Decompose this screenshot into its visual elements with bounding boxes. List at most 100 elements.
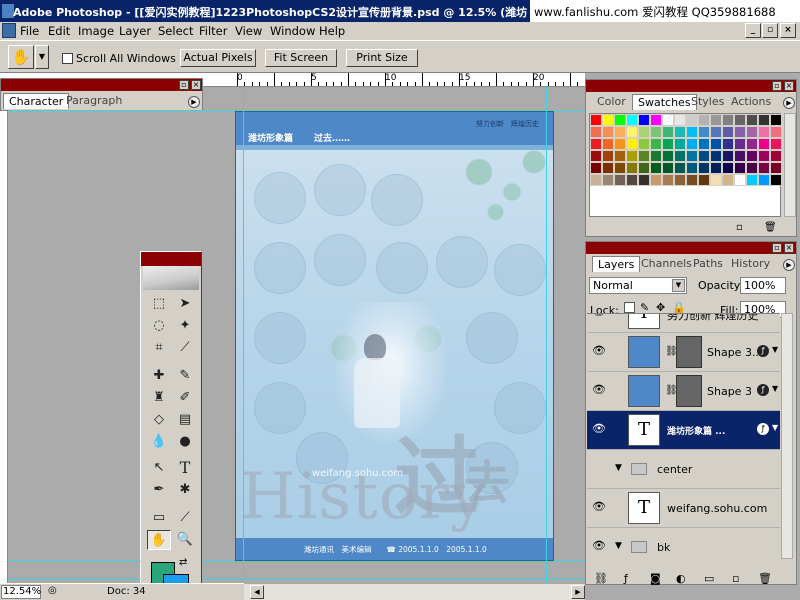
palette-title-bar[interactable]: ▫ × (586, 242, 796, 254)
color-swatch[interactable] (758, 174, 770, 186)
palette-minimize-button[interactable]: ▫ (179, 80, 189, 90)
color-swatch[interactable] (770, 138, 782, 150)
restore-button[interactable]: ▫ (762, 23, 778, 38)
color-swatch[interactable] (746, 138, 758, 150)
palette-menu-icon[interactable]: ▶ (783, 259, 795, 271)
color-swatch[interactable] (746, 114, 758, 126)
color-swatch[interactable] (770, 174, 782, 186)
eye-icon[interactable]: 👁 (592, 501, 606, 512)
eye-icon[interactable]: 👁 (592, 423, 606, 434)
color-swatch[interactable] (734, 114, 746, 126)
color-swatch[interactable] (758, 150, 770, 162)
layer-row-selected[interactable]: 👁 T 潍坊形象篇 ... ƒ ▼ (587, 411, 780, 450)
color-swatch[interactable] (638, 138, 650, 150)
expand-triangle-icon[interactable]: ▼ (615, 463, 622, 473)
color-swatch[interactable] (602, 162, 614, 174)
guide-line[interactable] (243, 87, 244, 583)
tab-character[interactable]: Character (3, 93, 70, 109)
color-swatch[interactable] (626, 138, 638, 150)
color-swatch[interactable] (674, 126, 686, 138)
color-swatch[interactable] (722, 174, 734, 186)
color-swatch[interactable] (734, 138, 746, 150)
tool-preset-dropdown[interactable]: ▼ (35, 45, 49, 69)
fit-screen-button[interactable]: Fit Screen (265, 49, 337, 67)
color-swatch[interactable] (722, 126, 734, 138)
color-swatch[interactable] (662, 138, 674, 150)
color-swatch[interactable] (614, 162, 626, 174)
hand-tool-preset-icon[interactable]: ✋ (8, 45, 34, 69)
add-mask-icon[interactable]: ◙ (650, 572, 661, 585)
color-swatch[interactable] (770, 114, 782, 126)
guide-line[interactable] (8, 561, 585, 562)
notes-tool-icon[interactable]: ▭ (147, 508, 171, 528)
color-swatch[interactable] (722, 162, 734, 174)
color-swatch[interactable] (746, 174, 758, 186)
slice-tool-icon[interactable]: ⟋ (173, 338, 197, 358)
menu-help[interactable]: Help (319, 24, 345, 38)
color-swatch[interactable] (722, 150, 734, 162)
color-swatch[interactable] (698, 174, 710, 186)
color-swatch[interactable] (650, 162, 662, 174)
color-swatch[interactable] (614, 150, 626, 162)
eye-icon[interactable]: 👁 (592, 384, 606, 395)
color-swatch[interactable] (614, 138, 626, 150)
dodge-tool-icon[interactable]: ● (173, 432, 197, 452)
color-swatch[interactable] (662, 114, 674, 126)
color-swatch[interactable] (602, 138, 614, 150)
color-swatch[interactable] (722, 138, 734, 150)
tab-layers[interactable]: Layers (592, 256, 641, 272)
color-swatch[interactable] (650, 126, 662, 138)
new-group-icon[interactable]: ▭ (704, 572, 714, 585)
menu-filter[interactable]: Filter (199, 24, 227, 38)
color-swatch[interactable] (746, 150, 758, 162)
actual-pixels-button[interactable]: Actual Pixels (180, 49, 256, 67)
color-swatch[interactable] (746, 162, 758, 174)
scroll-all-windows-checkbox[interactable] (62, 53, 73, 64)
link-layers-icon[interactable]: ⛓ (594, 572, 608, 585)
horizontal-scrollbar[interactable]: ◀ ▶ (244, 583, 585, 600)
zoom-level-field[interactable]: 12.54% (1, 585, 41, 599)
menu-window[interactable]: Window (270, 24, 315, 38)
palette-minimize-button[interactable]: ▫ (772, 81, 782, 91)
color-swatch[interactable] (614, 174, 626, 186)
layer-row[interactable]: 👁 T 努力创新 辉煌历史 (587, 314, 780, 333)
color-swatch[interactable] (686, 150, 698, 162)
path-selection-tool-icon[interactable]: ↖ (147, 458, 171, 478)
layer-row[interactable]: 👁 T weifang.sohu.com (587, 489, 780, 528)
menu-layer[interactable]: Layer (119, 24, 151, 38)
tab-paragraph[interactable]: Paragraph (61, 93, 127, 109)
color-swatch[interactable] (710, 150, 722, 162)
print-size-button[interactable]: Print Size (346, 49, 418, 67)
menu-edit[interactable]: Edit (48, 24, 70, 38)
guide-line[interactable] (8, 110, 585, 111)
color-swatch[interactable] (626, 174, 638, 186)
color-swatch[interactable] (770, 126, 782, 138)
history-brush-tool-icon[interactable]: ✐ (173, 388, 197, 408)
color-swatch[interactable] (590, 150, 602, 162)
custom-shape-tool-icon[interactable]: ✱ (173, 480, 197, 500)
layer-effects-icon[interactable]: ƒ (757, 423, 769, 435)
clone-stamp-tool-icon[interactable]: ♜ (147, 388, 171, 408)
palette-close-button[interactable]: × (784, 81, 794, 91)
menu-select[interactable]: Select (158, 24, 193, 38)
color-swatch[interactable] (686, 174, 698, 186)
guide-line[interactable] (546, 87, 547, 583)
eye-icon[interactable]: 👁 (592, 540, 606, 551)
color-swatch[interactable] (662, 174, 674, 186)
adjustment-layer-icon[interactable]: ◐ (676, 572, 686, 585)
swap-colors-icon[interactable]: ⇄ (179, 557, 187, 568)
color-swatch[interactable] (674, 150, 686, 162)
color-swatch[interactable] (650, 114, 662, 126)
new-swatch-icon[interactable]: ▫ (736, 222, 743, 233)
magic-wand-tool-icon[interactable]: ✦ (173, 316, 197, 336)
color-swatch[interactable] (734, 126, 746, 138)
minimize-button[interactable]: _ (745, 23, 761, 38)
color-swatch[interactable] (638, 126, 650, 138)
color-swatch[interactable] (614, 126, 626, 138)
color-swatch[interactable] (626, 114, 638, 126)
color-swatch[interactable] (758, 114, 770, 126)
tab-actions[interactable]: Actions (726, 94, 776, 110)
color-swatch[interactable] (710, 162, 722, 174)
layer-style-icon[interactable]: ƒ (624, 572, 628, 585)
lock-transparency-icon[interactable] (624, 302, 635, 313)
